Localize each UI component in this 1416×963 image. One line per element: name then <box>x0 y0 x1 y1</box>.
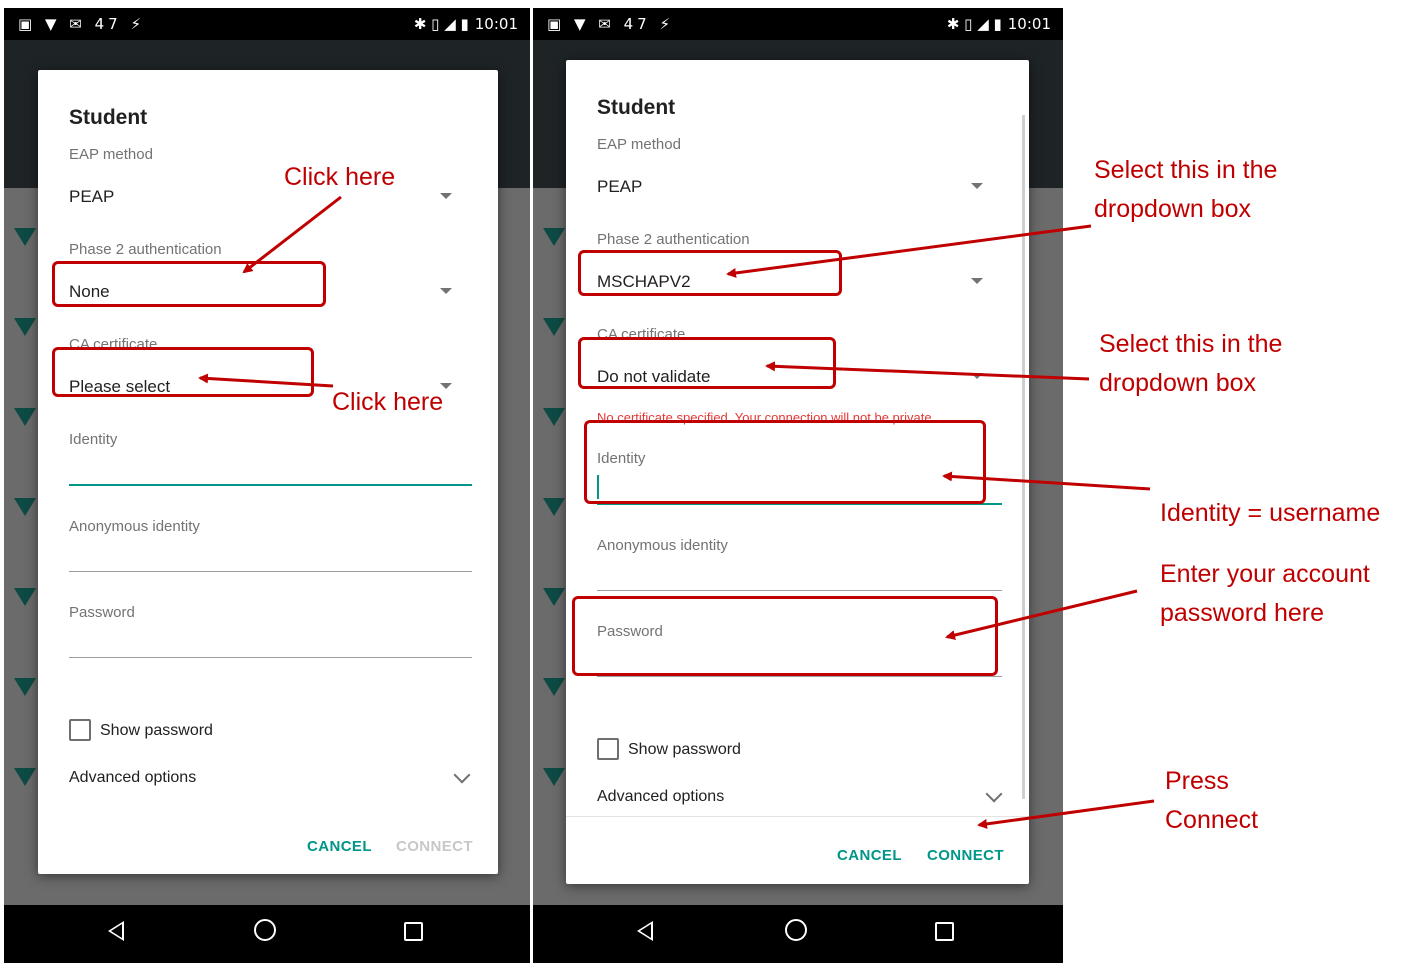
annotation-click-here-2: Click here <box>332 388 444 416</box>
highlight-identity-right <box>584 420 986 504</box>
anonymous-identity-input[interactable] <box>597 590 1002 591</box>
wifi-icon <box>543 588 565 606</box>
highlight-phase2-left <box>52 261 326 307</box>
password-label: Password <box>69 604 135 621</box>
wifi-icon <box>14 768 36 786</box>
wifi-config-dialog: Student EAP method PEAP Phase 2 authenti… <box>38 70 498 874</box>
navigation-bar <box>533 905 1063 963</box>
annotation-select-1-line2: dropdown box <box>1094 195 1252 223</box>
highlight-ca-right <box>578 337 836 389</box>
wifi-icon <box>543 768 565 786</box>
identity-label: Identity <box>69 431 118 448</box>
annotation-press-line2: Connect <box>1165 806 1259 834</box>
password-input[interactable] <box>597 676 1002 677</box>
phase2-label: Phase 2 authentication <box>597 231 750 248</box>
chevron-down-icon[interactable] <box>985 785 1003 803</box>
show-password-checkbox[interactable] <box>597 738 619 760</box>
notification-icons: ▣ ▼ ✉ 47 ⚡ <box>547 15 674 33</box>
phone-screen-left: ▣ ▼ ✉ 47 ⚡ ✱ ▯ ◢ ▮ 10:01 Student EAP meth… <box>4 8 530 963</box>
identity-input[interactable] <box>69 484 472 486</box>
highlight-ca-left <box>52 347 314 397</box>
wifi-icon <box>543 678 565 696</box>
ca-dropdown-arrow-icon[interactable] <box>971 373 983 379</box>
notification-icons: ▣ ▼ ✉ 47 ⚡ <box>18 15 145 33</box>
dialog-title: Student <box>69 106 148 129</box>
phase2-label: Phase 2 authentication <box>69 241 222 258</box>
connect-button[interactable]: CONNECT <box>927 847 1004 864</box>
annotation-identity: Identity = username <box>1160 499 1381 527</box>
status-bar: ▣ ▼ ✉ 47 ⚡ ✱ ▯ ◢ ▮ 10:01 <box>533 8 1063 40</box>
show-password-checkbox[interactable] <box>69 719 91 741</box>
wifi-icon <box>543 408 565 426</box>
dialog-title: Student <box>597 96 676 119</box>
wifi-icon <box>14 318 36 336</box>
system-icons: ✱ ▯ ◢ ▮ 10:01 <box>413 15 518 33</box>
annotation-password-line2: password here <box>1160 599 1324 627</box>
phase2-dropdown-arrow-icon[interactable] <box>440 288 452 294</box>
wifi-icon <box>14 498 36 516</box>
wifi-icon <box>543 498 565 516</box>
wifi-icon <box>14 228 36 246</box>
clock: 10:01 <box>474 15 518 33</box>
eap-method-label: EAP method <box>597 136 681 153</box>
annotation-password-line1: Enter your account <box>1160 560 1370 588</box>
cancel-button[interactable]: CANCEL <box>837 847 902 864</box>
tutorial-figure: ▣ ▼ ✉ 47 ⚡ ✱ ▯ ◢ ▮ 10:01 Student EAP meth… <box>0 0 1416 963</box>
annotation-select-1-line1: Select this in the <box>1094 156 1278 184</box>
annotation-click-here-1: Click here <box>284 163 396 191</box>
chevron-down-icon[interactable] <box>453 766 471 784</box>
clock: 10:01 <box>1007 15 1051 33</box>
back-icon[interactable] <box>637 917 653 948</box>
home-icon[interactable] <box>785 917 807 948</box>
phase2-dropdown-arrow-icon[interactable] <box>971 278 983 284</box>
notification-count: 47 <box>94 15 122 33</box>
eap-method-dropdown[interactable]: PEAP <box>69 187 114 207</box>
system-icons: ✱ ▯ ◢ ▮ 10:01 <box>946 15 1051 33</box>
highlight-phase2-right <box>578 250 842 296</box>
annotation-select-2-line1: Select this in the <box>1099 330 1283 358</box>
advanced-options-toggle[interactable]: Advanced options <box>597 788 724 806</box>
anonymous-identity-label: Anonymous identity <box>69 518 200 535</box>
connect-button[interactable]: CONNECT <box>396 838 473 855</box>
advanced-options-toggle[interactable]: Advanced options <box>69 769 196 787</box>
button-divider <box>566 816 1029 817</box>
annotation-press-line1: Press <box>1165 767 1229 795</box>
show-password-label: Show password <box>100 722 213 739</box>
home-icon[interactable] <box>254 917 276 948</box>
eap-dropdown-arrow-icon[interactable] <box>440 193 452 199</box>
password-input[interactable] <box>69 657 472 658</box>
wifi-icon <box>543 318 565 336</box>
wifi-icon <box>14 408 36 426</box>
anonymous-identity-input[interactable] <box>69 571 472 572</box>
notification-count: 47 <box>623 15 651 33</box>
annotation-select-2-line2: dropdown box <box>1099 369 1257 397</box>
back-icon[interactable] <box>108 917 124 948</box>
highlight-password-right <box>572 596 998 676</box>
eap-method-label: EAP method <box>69 146 153 163</box>
recents-icon[interactable] <box>935 917 954 948</box>
anonymous-identity-label: Anonymous identity <box>597 537 728 554</box>
navigation-bar <box>4 905 530 963</box>
wifi-icon <box>543 228 565 246</box>
wifi-icon <box>14 678 36 696</box>
show-password-label: Show password <box>628 741 741 758</box>
status-bar: ▣ ▼ ✉ 47 ⚡ ✱ ▯ ◢ ▮ 10:01 <box>4 8 530 40</box>
wifi-icon <box>14 588 36 606</box>
eap-method-dropdown[interactable]: PEAP <box>597 177 642 197</box>
dialog-scrollbar[interactable] <box>1022 115 1025 799</box>
recents-icon[interactable] <box>404 917 423 948</box>
eap-dropdown-arrow-icon[interactable] <box>971 183 983 189</box>
cancel-button[interactable]: CANCEL <box>307 838 372 855</box>
